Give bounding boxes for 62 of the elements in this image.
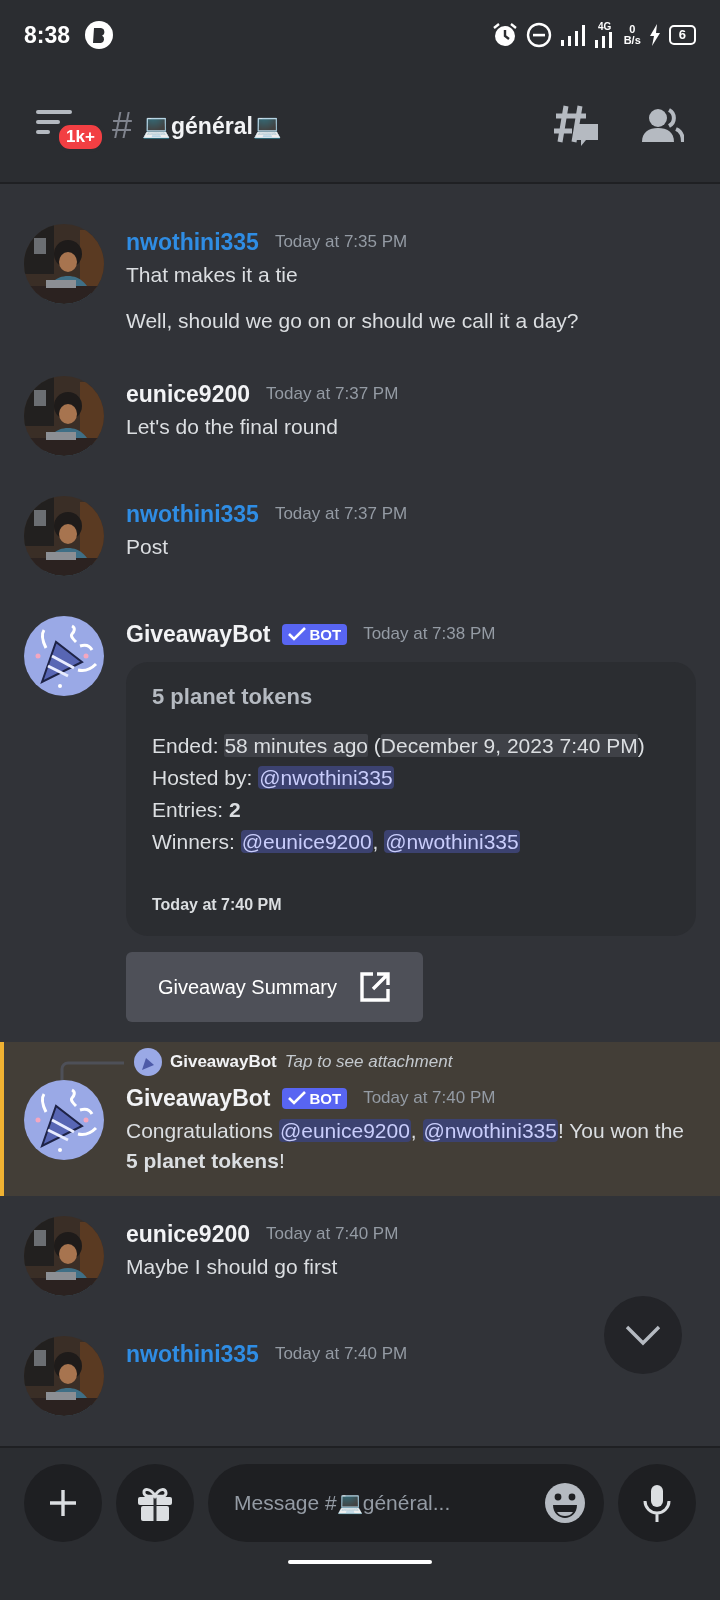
author-name[interactable]: nwothini335	[126, 228, 259, 256]
bot-label: BOT	[309, 625, 342, 643]
message-text: Let's do the final round	[126, 414, 339, 440]
embed-title: 5 planet tokens	[152, 684, 314, 710]
members-icon[interactable]	[642, 108, 684, 144]
chevron-down-icon	[623, 1323, 663, 1347]
channel-hash: #	[112, 105, 133, 147]
unread-badge: 1k+	[56, 122, 105, 152]
message-text: Congratulations @eunice9200, @nwothini335! You won the 5 planet tokens!	[126, 1118, 686, 1174]
message-text: Post	[126, 534, 170, 560]
threads-icon[interactable]	[554, 104, 600, 148]
message-input[interactable]: Message #💻général...	[208, 1464, 604, 1542]
check-icon	[288, 627, 307, 641]
mention-link[interactable]: @eunice9200	[278, 1119, 411, 1142]
bot-label: BOT	[309, 1089, 342, 1107]
author-name[interactable]: GiveawayBot	[126, 620, 271, 648]
message-time: Today at 7:37 PM	[266, 384, 399, 404]
microphone-icon	[642, 1483, 672, 1523]
external-link-icon	[358, 971, 391, 1003]
message-time: Today at 7:40 PM	[363, 1088, 496, 1108]
message-text: Maybe I should go first	[126, 1254, 339, 1280]
charging-icon	[648, 24, 661, 46]
giveaway-summary-button[interactable]: Giveaway Summary	[126, 952, 423, 1022]
message-text: Well, should we go on or should we call it a day?	[126, 308, 580, 334]
author-name[interactable]: GiveawayBot	[126, 1084, 271, 1112]
check-icon	[288, 1091, 307, 1105]
mention-link[interactable]: @nwothini335	[384, 830, 520, 853]
author-name[interactable]: eunice9200	[126, 380, 251, 408]
reply-avatar-icon	[134, 1048, 162, 1076]
message-time: Today at 7:38 PM	[363, 624, 496, 644]
alarm-icon	[491, 22, 518, 48]
mention-link[interactable]: @eunice9200	[240, 830, 373, 853]
reply-text[interactable]: Tap to see attachment	[284, 1052, 453, 1072]
mention-link[interactable]: @nwothini335	[258, 766, 394, 789]
embed-field: Winners: @eunice9200, @nwothini335	[152, 826, 670, 858]
clock-time: 8:38	[24, 21, 71, 49]
speed-unit: B/s	[623, 35, 641, 46]
notification-icon	[84, 20, 115, 50]
message-time: Today at 7:37 PM	[274, 504, 408, 524]
channel-name: 💻général💻	[142, 112, 282, 140]
message-time: Today at 7:40 PM	[266, 1224, 399, 1244]
author-name[interactable]: nwothini335	[126, 1340, 259, 1368]
mention-link[interactable]: @nwothini335	[422, 1119, 558, 1142]
battery-indicator: 6	[668, 25, 696, 45]
message-time: Today at 7:40 PM	[274, 1344, 408, 1364]
author-name[interactable]: eunice9200	[126, 1220, 251, 1248]
embed-field: Hosted by: @nwothini335	[152, 762, 670, 794]
reply-author[interactable]: GiveawayBot	[170, 1052, 277, 1072]
signal-icon	[559, 24, 586, 46]
plus-icon	[48, 1488, 78, 1518]
message-time: Today at 7:35 PM	[274, 232, 408, 252]
do-not-disturb-icon	[525, 22, 552, 48]
party-popper-avatar-icon[interactable]	[24, 1080, 104, 1160]
emoji-icon[interactable]	[544, 1482, 586, 1524]
embed-footer: Today at 7:40 PM	[152, 896, 670, 914]
embed-field: Entries: 2	[152, 794, 670, 826]
speed-value: 0	[629, 24, 636, 35]
message-text: That makes it a tie	[126, 262, 299, 288]
network-type: 4G	[597, 22, 612, 32]
party-popper-avatar-icon[interactable]	[24, 616, 104, 696]
author-name[interactable]: nwothini335	[126, 500, 259, 528]
embed-field: Ended: 58 minutes ago (December 9, 2023 7:40 PM)	[152, 730, 670, 762]
